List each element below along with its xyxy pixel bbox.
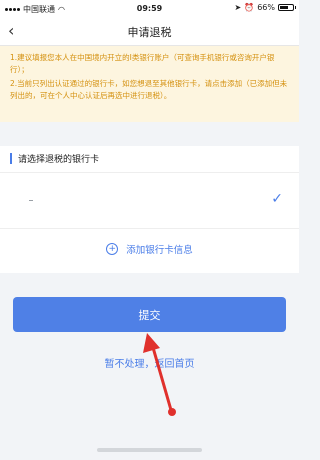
bank-section-header: 请选择退税的银行卡 — [0, 146, 299, 172]
status-bar: 中国联通 ◠ 09:59 ➤ ⏰ 66% — [0, 0, 299, 18]
notice-line-2: 2.当前只列出认证通过的银行卡，如您想退至其他银行卡，请点击添加（已添加但未列出… — [10, 79, 288, 100]
page-title: 申请退税 — [127, 26, 172, 39]
section-accent-bar — [10, 153, 12, 164]
alarm-icon: ⏰ — [244, 3, 255, 12]
add-circle-icon: + — [106, 243, 119, 255]
checkmark-icon: ✓ — [271, 191, 283, 207]
bank-card-item[interactable]: ✓ — [0, 172, 299, 229]
location-icon: ➤ — [234, 3, 242, 12]
add-bank-card-content[interactable]: + 添加银行卡信息 — [0, 242, 299, 256]
home-indicator — [97, 448, 202, 452]
submit-button[interactable]: 提交 — [13, 297, 286, 332]
notice-box: 1.建议填报您本人在中国境内开立的Ⅰ类银行账户（可查询手机银行或咨询开户银行）；… — [0, 46, 299, 122]
battery-percent: 66% — [257, 3, 275, 12]
status-right: ➤ ⏰ 66% — [234, 3, 296, 12]
battery-icon — [278, 4, 296, 11]
skip-return-home-link[interactable]: 暂不处理，返回首页 — [0, 355, 299, 370]
bank-card-placeholder — [29, 200, 33, 201]
notice-line-1: 1.建议填报您本人在中国境内开立的Ⅰ类银行账户（可查询手机银行或咨询开户银行）； — [10, 53, 275, 74]
bank-section-heading: 请选择退税的银行卡 — [18, 155, 100, 165]
add-bank-card-label: 添加银行卡信息 — [126, 245, 193, 256]
nav-bar: ‹ 申请退税 — [0, 18, 299, 46]
add-bank-card-row[interactable]: + 添加银行卡信息 — [0, 228, 299, 273]
